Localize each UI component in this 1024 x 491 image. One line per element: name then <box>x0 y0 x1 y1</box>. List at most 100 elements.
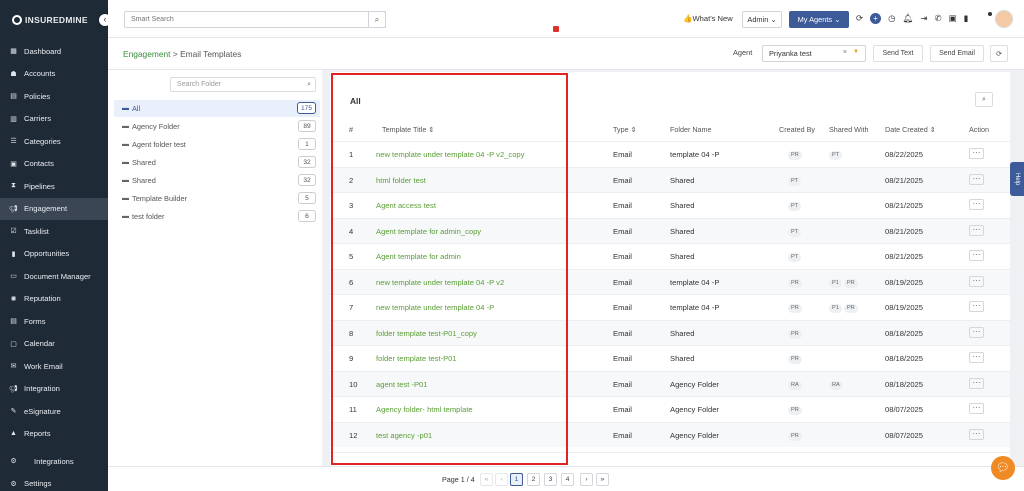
table-row[interactable]: 6 new template under template 04 -P v2 Ema… <box>330 268 1010 294</box>
search-icon[interactable]: ⌕ <box>975 92 993 107</box>
search-icon[interactable]: ⌕ <box>368 11 386 28</box>
chat-icon[interactable]: 💬︎ <box>991 456 1015 480</box>
row-action-button[interactable]: ··· <box>969 377 984 389</box>
sidebar-item-document-manager[interactable]: ▭ Document Manager <box>0 265 108 288</box>
next-page-button[interactable]: › <box>580 473 593 486</box>
table-row[interactable]: 4 Agent template for admin_copy Email Share… <box>330 217 1010 243</box>
page-1-button[interactable]: 1 <box>510 473 523 486</box>
clock-icon[interactable]: ◷ <box>888 13 895 24</box>
template-title-link[interactable]: html folder test <box>376 176 426 185</box>
help-tab[interactable]: Help <box>1010 162 1024 196</box>
refresh-button[interactable]: ⟳ <box>990 45 1008 62</box>
folder-item[interactable]: ▬ Agency Folder 89 <box>114 118 320 135</box>
template-title-link[interactable]: Agency folder- html template <box>376 405 473 414</box>
table-row[interactable]: 10 agent test -P01 Email Agency Folder RA RA 0… <box>330 370 1010 396</box>
table-row[interactable]: 3 Agent access test Email Shared PT 08/21/202… <box>330 192 1010 218</box>
sidebar-item-opportunities[interactable]: ▮ Opportunities <box>0 243 108 266</box>
row-action-button[interactable]: ··· <box>969 301 984 312</box>
row-action-button[interactable]: ··· <box>969 199 984 210</box>
sidebar-item-carriers[interactable]: ▥ Carriers <box>0 108 108 131</box>
sidebar-item-categories[interactable]: ☰ Categories <box>0 130 108 153</box>
template-title-link[interactable]: folder template test-P01_copy <box>376 329 477 338</box>
phone-icon[interactable]: ✆ <box>934 13 941 24</box>
refresh-icon[interactable]: ⟳ <box>856 13 863 24</box>
smart-search-input[interactable] <box>125 12 365 27</box>
clear-icon[interactable]: × <box>843 49 847 56</box>
template-title-link[interactable]: new template under template 04 -P v2_cop… <box>376 150 524 159</box>
column-type[interactable]: Type ⇕ <box>613 125 637 134</box>
sidebar-item-integrations[interactable]: ⚙ Integrations <box>0 450 108 473</box>
column-date[interactable]: Date Created ⇕ <box>885 125 936 134</box>
send-text-button[interactable]: Send Text <box>873 45 923 62</box>
template-title-link[interactable]: folder template test-P01 <box>376 354 457 363</box>
my-agents-button[interactable]: My Agents ⌄ <box>789 11 849 28</box>
table-row[interactable]: 11 Agency folder- html template Email Agenc… <box>330 396 1010 422</box>
last-page-button[interactable]: » <box>596 473 609 486</box>
sidebar-item-work-email[interactable]: ✉ Work Email <box>0 355 108 378</box>
page-4-button[interactable]: 4 <box>561 473 574 486</box>
breadcrumb-engagement[interactable]: Engagement <box>123 49 171 59</box>
row-action-button[interactable]: ··· <box>969 224 984 236</box>
first-page-button[interactable]: « <box>480 473 493 486</box>
sidebar-item-reports[interactable]: ▲ Reports <box>0 423 108 446</box>
column-folder: Folder Name <box>670 125 712 134</box>
mobile-icon[interactable]: ▮ <box>964 13 969 24</box>
row-action-button[interactable]: ··· <box>969 148 984 159</box>
sidebar-item-policies[interactable]: ▤ Policies <box>0 85 108 108</box>
folder-item[interactable]: ▬ test folder 6 <box>114 208 320 225</box>
whats-new-link[interactable]: 👍What's New <box>683 14 733 23</box>
prev-page-button[interactable]: ‹ <box>495 473 508 486</box>
row-action-button[interactable]: ··· <box>969 275 984 287</box>
folder-search-input[interactable]: Search Folder ⌕ <box>170 77 316 92</box>
table-row[interactable]: 1 new template under template 04 -P v2_co… <box>330 141 1010 167</box>
row-action-button[interactable]: ··· <box>969 250 984 261</box>
brand-logo[interactable]: INSUREDMINE <box>0 0 108 40</box>
row-action-button[interactable]: ··· <box>969 428 984 440</box>
sidebar-item-esignature[interactable]: ✎ eSignature <box>0 400 108 423</box>
page-2-button[interactable]: 2 <box>527 473 540 486</box>
admin-dropdown[interactable]: Admin ⌄ <box>742 11 782 28</box>
row-action-button[interactable]: ··· <box>969 352 984 363</box>
sidebar-item-calendar[interactable]: ▢ Calendar <box>0 333 108 356</box>
table-row[interactable]: 2 html folder test Email Shared PT 08/21/2025… <box>330 166 1010 192</box>
sidebar-item-integration[interactable]: 📢︎ Integration <box>0 378 108 401</box>
sidebar-item-pipelines[interactable]: ⧗ Pipelines <box>0 175 108 198</box>
template-title-link[interactable]: agent test -P01 <box>376 380 428 389</box>
add-icon[interactable]: + <box>870 13 882 24</box>
row-action-button[interactable]: ··· <box>969 326 984 338</box>
sidebar-item-forms[interactable]: ▤ Forms <box>0 310 108 333</box>
table-row[interactable]: 5 Agent template for admin Email Shared PT 08… <box>330 243 1010 269</box>
page-3-button[interactable]: 3 <box>544 473 557 486</box>
bell-icon[interactable]: 🔔︎ <box>903 13 914 24</box>
table-row[interactable]: 12 test agency -p01 Email Agency Folder PR 08… <box>330 421 1010 447</box>
sidebar-item-tasklist[interactable]: ☑ Tasklist <box>0 220 108 243</box>
folder-item[interactable]: ▬ Template Builder 5 <box>114 190 320 207</box>
table-row[interactable]: 7 new template under template 04 -P Email t… <box>330 294 1010 320</box>
template-title-link[interactable]: Agent access test <box>376 201 436 210</box>
template-title-link[interactable]: test agency -p01 <box>376 431 432 440</box>
agent-select[interactable]: Priyanka test × ▼ <box>762 45 866 62</box>
sidebar-item-dashboard[interactable]: ▦ Dashboard <box>0 40 108 63</box>
row-action-button[interactable]: ··· <box>969 403 984 414</box>
logout-icon[interactable]: ⇥ <box>920 13 927 24</box>
folder-item[interactable]: ▬ All 175 <box>114 100 320 117</box>
sidebar-item-settings[interactable]: ⚙ Settings <box>0 473 108 491</box>
template-title-link[interactable]: new template under template 04 -P v2 <box>376 278 504 287</box>
folder-item[interactable]: ▬ Shared 32 <box>114 154 320 171</box>
folder-item[interactable]: ▬ Agent folder test 1 <box>114 136 320 153</box>
folder-item[interactable]: ▬ Shared 32 <box>114 172 320 189</box>
sidebar-item-reputation[interactable]: ✺ Reputation <box>0 288 108 311</box>
column-title[interactable]: Template Title ⇕ <box>382 125 434 134</box>
template-title-link[interactable]: Agent template for admin <box>376 252 461 261</box>
user-avatar[interactable] <box>995 10 1013 28</box>
sidebar-item-contacts[interactable]: ▣ Contacts <box>0 153 108 176</box>
table-row[interactable]: 9 folder template test-P01 Email Shared PR 08… <box>330 345 1010 371</box>
template-title-link[interactable]: Agent template for admin_copy <box>376 227 481 236</box>
table-row[interactable]: 8 folder template test-P01_copy Email Share… <box>330 319 1010 345</box>
sidebar-item-accounts[interactable]: ☗ Accounts <box>0 63 108 86</box>
template-title-link[interactable]: new template under template 04 -P <box>376 303 494 312</box>
chip-icon[interactable]: ▣ <box>949 13 957 24</box>
row-action-button[interactable]: ··· <box>969 173 984 185</box>
sidebar-item-engagement[interactable]: 📢︎ Engagement <box>0 197 108 220</box>
send-email-button[interactable]: Send Email <box>930 45 984 62</box>
